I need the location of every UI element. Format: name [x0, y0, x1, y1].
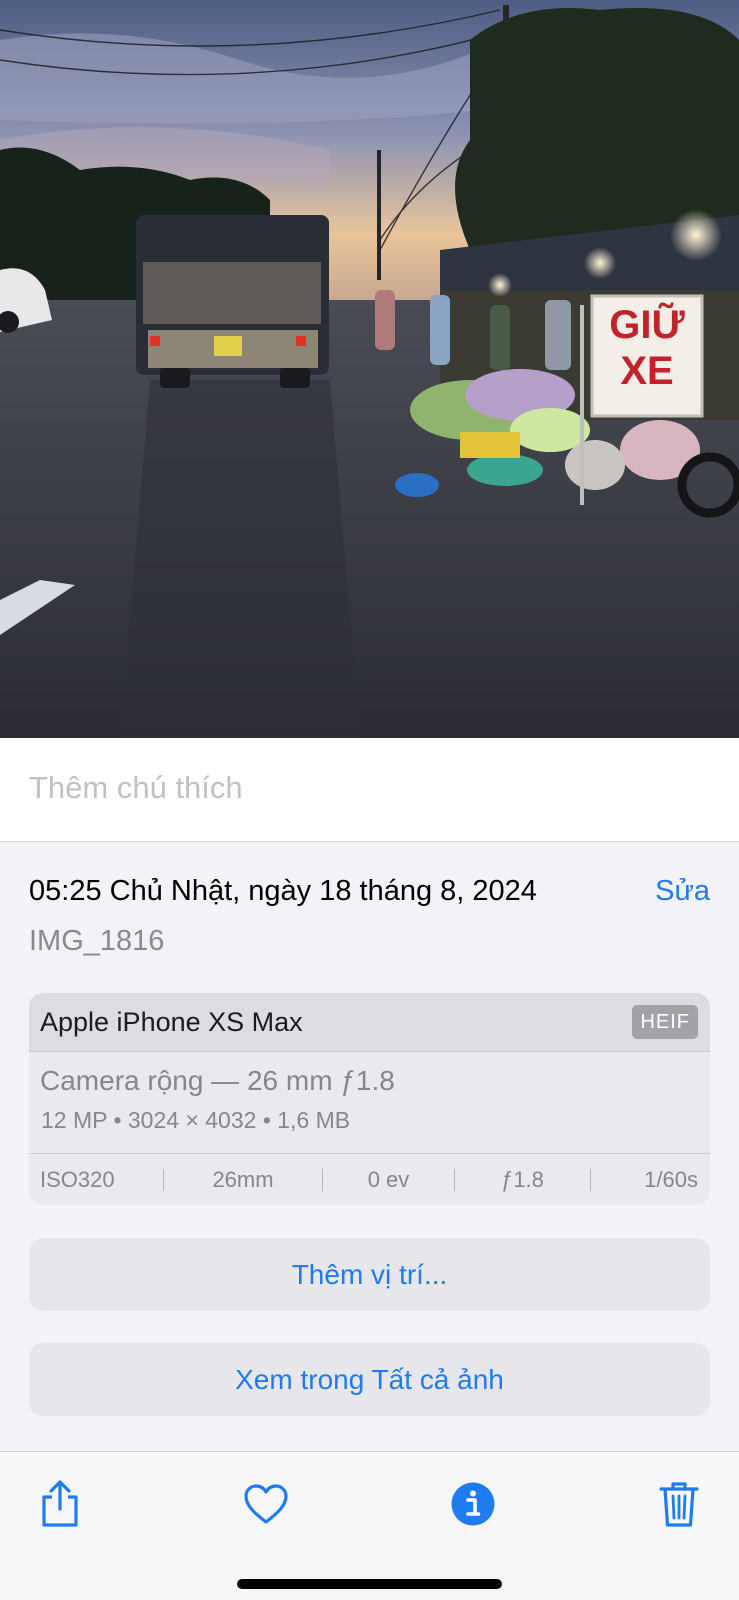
info-icon [451, 1482, 495, 1526]
caption-area [0, 738, 739, 842]
sign-line-2: XE [620, 349, 674, 393]
home-indicator[interactable] [237, 1579, 502, 1589]
heart-icon [244, 1484, 288, 1524]
delete-button[interactable] [649, 1474, 709, 1534]
lens-info: Camera rộng — 26 mm ƒ1.8 [40, 1065, 395, 1096]
view-in-all-photos-button[interactable]: Xem trong Tất cả ảnh [29, 1343, 710, 1416]
edit-datetime-button[interactable]: Sửa [655, 875, 710, 908]
sign-text: GIỮ XE [592, 302, 702, 394]
info-button[interactable] [443, 1474, 503, 1534]
photo-datetime: 05:25 Chủ Nhật, ngày 18 tháng 8, 2024 [29, 875, 537, 907]
photo-preview[interactable]: GIỮ XE [0, 0, 739, 738]
trash-icon [659, 1482, 699, 1527]
exif-shutter-speed: 1/60s [644, 1166, 698, 1192]
add-location-button[interactable]: Thêm vị trí... [29, 1238, 710, 1311]
bottom-toolbar [0, 1451, 739, 1600]
device-card: Apple iPhone XS Max HEIF Camera rộng — 2… [29, 993, 710, 1205]
sign-line-1: GIỮ [609, 303, 685, 347]
info-sheet: 05:25 Chủ Nhật, ngày 18 tháng 8, 2024 Sử… [0, 843, 739, 1451]
format-badge: HEIF [632, 1005, 698, 1039]
photo-filename: IMG_1816 [29, 925, 165, 957]
exif-aperture: ƒ1.8 [501, 1166, 544, 1192]
favorite-button[interactable] [236, 1474, 296, 1534]
exif-row: ISO320 26mm 0 ev ƒ1.8 1/60s [29, 1153, 710, 1205]
image-specs: 12 MP • 3024 × 4032 • 1,6 MB [41, 1107, 351, 1133]
exif-exposure-value: 0 ev [367, 1166, 410, 1192]
device-name: Apple iPhone XS Max [40, 1007, 303, 1037]
exif-iso: ISO320 [40, 1166, 115, 1192]
caption-input[interactable] [29, 768, 689, 808]
share-icon [42, 1480, 78, 1527]
share-button[interactable] [30, 1474, 90, 1534]
exif-focal-length: 26mm [212, 1166, 274, 1192]
device-header: Apple iPhone XS Max HEIF [29, 993, 710, 1052]
date-row: 05:25 Chủ Nhật, ngày 18 tháng 8, 2024 Sử… [29, 873, 710, 913]
